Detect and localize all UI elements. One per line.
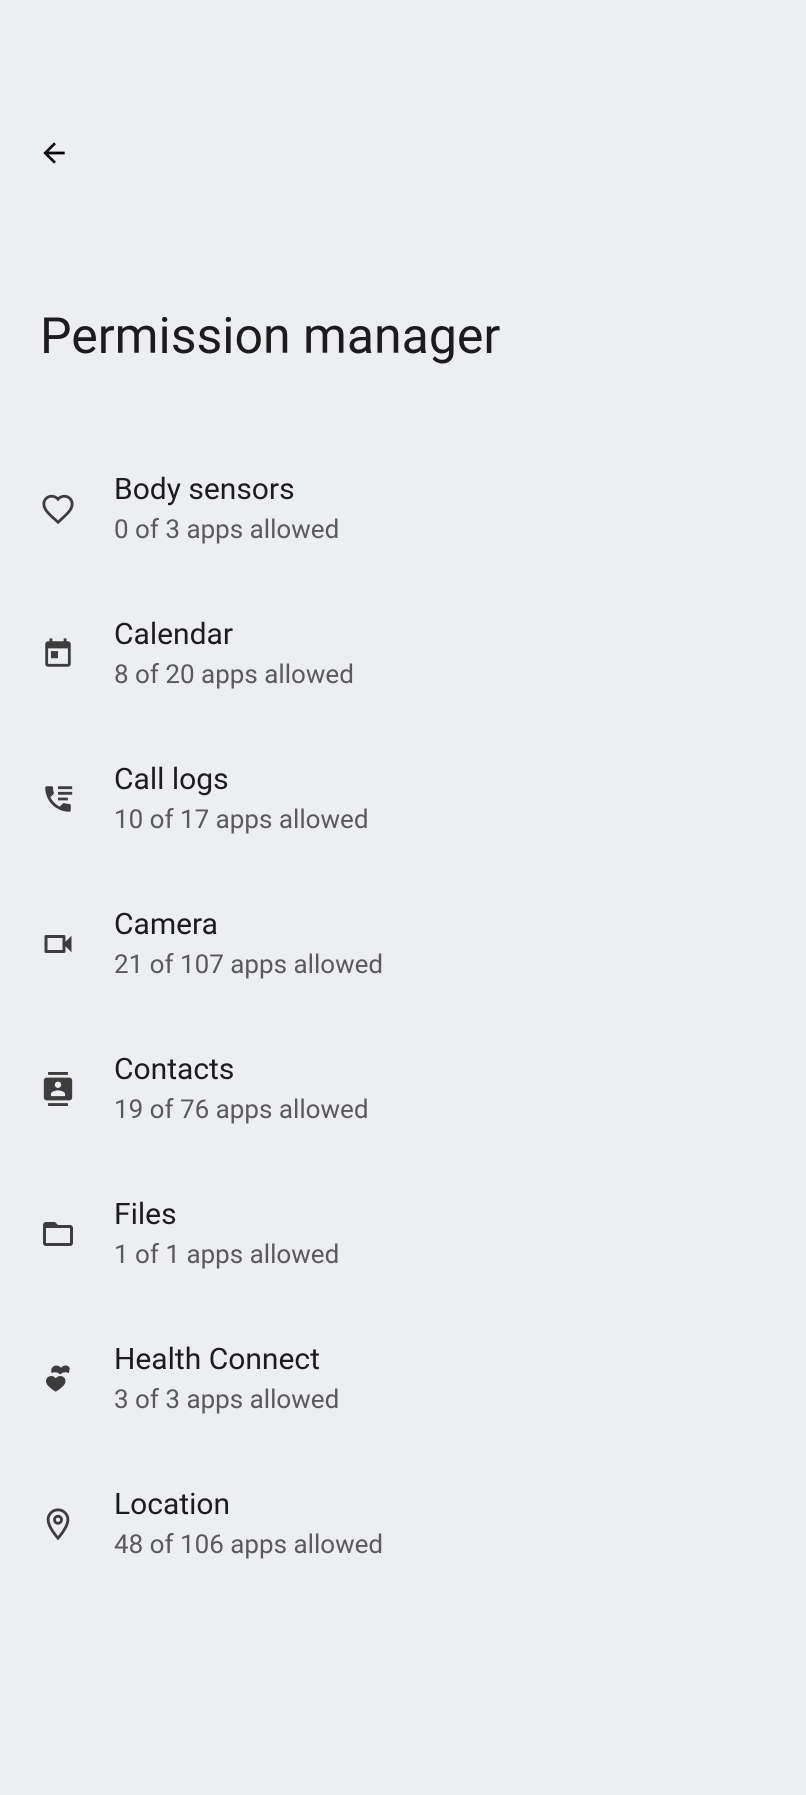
permission-list: Body sensors 0 of 3 apps allowed Calenda… [0,436,806,1596]
permission-title: Contacts [114,1052,368,1087]
permission-subtitle: 8 of 20 apps allowed [114,660,354,690]
permission-title: Health Connect [114,1342,339,1377]
permission-title: Body sensors [114,472,339,507]
permission-title: Call logs [114,762,368,797]
permission-subtitle: 1 of 1 apps allowed [114,1240,339,1270]
permission-item-health-connect[interactable]: Health Connect 3 of 3 apps allowed [0,1306,806,1451]
location-pin-icon [40,1506,76,1542]
folder-icon [40,1216,76,1252]
permission-title: Camera [114,907,383,942]
permission-subtitle: 19 of 76 apps allowed [114,1095,368,1125]
permission-title: Calendar [114,617,354,652]
hearts-icon [40,1361,76,1397]
permission-item-location[interactable]: Location 48 of 106 apps allowed [0,1451,806,1596]
phone-list-icon [40,781,76,817]
calendar-icon [40,636,76,672]
camera-icon [40,926,76,962]
arrow-back-icon [38,137,70,172]
permission-subtitle: 10 of 17 apps allowed [114,805,368,835]
permission-subtitle: 0 of 3 apps allowed [114,515,339,545]
heart-icon [40,491,76,527]
permission-subtitle: 48 of 106 apps allowed [114,1530,383,1560]
page-title: Permission manager [0,178,806,436]
permission-subtitle: 3 of 3 apps allowed [114,1385,339,1415]
permission-subtitle: 21 of 107 apps allowed [114,950,383,980]
permission-item-camera[interactable]: Camera 21 of 107 apps allowed [0,871,806,1016]
back-button[interactable] [30,130,78,178]
permission-item-call-logs[interactable]: Call logs 10 of 17 apps allowed [0,726,806,871]
permission-item-files[interactable]: Files 1 of 1 apps allowed [0,1161,806,1306]
permission-item-calendar[interactable]: Calendar 8 of 20 apps allowed [0,581,806,726]
permission-item-contacts[interactable]: Contacts 19 of 76 apps allowed [0,1016,806,1161]
permission-title: Location [114,1487,383,1522]
contacts-icon [40,1071,76,1107]
permission-title: Files [114,1197,339,1232]
permission-item-body-sensors[interactable]: Body sensors 0 of 3 apps allowed [0,436,806,581]
